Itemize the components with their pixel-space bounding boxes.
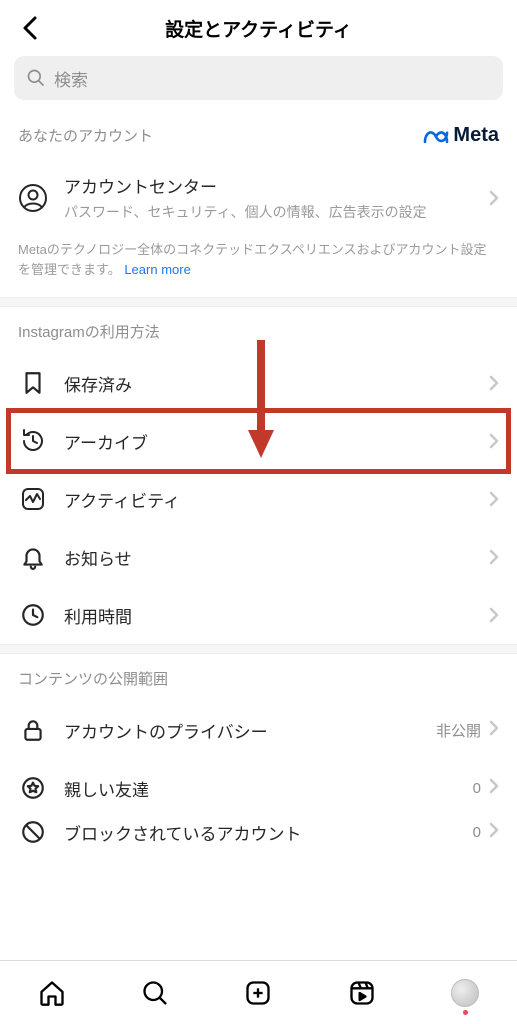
chevron-right-icon	[489, 607, 499, 623]
section-divider	[0, 297, 517, 307]
notification-dot	[463, 1010, 468, 1015]
header: 設定とアクティビティ	[0, 0, 517, 56]
row-notifications[interactable]: お知らせ	[0, 528, 517, 586]
home-icon	[38, 979, 66, 1007]
tab-profile[interactable]	[445, 973, 485, 1013]
chevron-right-icon	[489, 491, 499, 507]
chevron-right-icon	[489, 190, 499, 206]
close-friends-count: 0	[473, 780, 481, 797]
reels-icon	[348, 979, 376, 1007]
avatar-icon	[451, 979, 479, 1007]
chevron-right-icon	[489, 822, 499, 843]
chevron-right-icon	[489, 375, 499, 391]
bell-icon	[18, 542, 48, 572]
row-timespent[interactable]: 利用時間	[0, 586, 517, 644]
chevron-right-icon	[489, 433, 499, 449]
page-title: 設定とアクティビティ	[165, 15, 352, 42]
privacy-value: 非公開	[436, 720, 481, 741]
chevron-right-icon	[489, 720, 499, 741]
tab-search[interactable]	[135, 973, 175, 1013]
row-blocked[interactable]: ブロックされているアカウント 0	[0, 817, 517, 847]
back-button[interactable]	[10, 8, 50, 48]
row-privacy[interactable]: アカウントのプライバシー 非公開	[0, 701, 517, 759]
row-activity[interactable]: アクティビティ	[0, 470, 517, 528]
section-heading-usage: Instagramの利用方法	[0, 307, 517, 354]
row-saved[interactable]: 保存済み	[0, 354, 517, 412]
chevron-right-icon	[489, 549, 499, 565]
row-account-center[interactable]: アカウントセンター パスワード、セキュリティ、個人の情報、広告表示の設定	[0, 159, 517, 236]
activity-icon	[18, 484, 48, 514]
chevron-right-icon	[489, 778, 499, 799]
plus-square-icon	[244, 979, 272, 1007]
tab-reels[interactable]	[342, 973, 382, 1013]
search-input[interactable]: 検索	[14, 56, 503, 100]
section-heading-account: あなたのアカウント Meta	[0, 118, 517, 159]
row-archive[interactable]: アーカイブ	[0, 412, 517, 470]
tab-bar	[0, 960, 517, 1024]
block-icon	[18, 817, 48, 847]
search-icon	[141, 979, 169, 1007]
tab-create[interactable]	[238, 973, 278, 1013]
search-placeholder: 検索	[54, 66, 88, 91]
learn-more-link[interactable]: Learn more	[124, 262, 190, 277]
bookmark-icon	[18, 368, 48, 398]
clock-icon	[18, 600, 48, 630]
account-note: Metaのテクノロジー全体のコネクテッドエクスペリエンスおよびアカウント設定を管…	[0, 236, 517, 297]
section-heading-visibility: コンテンツの公開範囲	[0, 654, 517, 701]
blocked-count: 0	[473, 824, 481, 841]
section-divider	[0, 644, 517, 654]
star-circle-icon	[18, 773, 48, 803]
tab-home[interactable]	[32, 973, 72, 1013]
archive-history-icon	[18, 426, 48, 456]
search-icon	[26, 68, 46, 88]
meta-logo: Meta	[423, 124, 499, 147]
chevron-left-icon	[21, 15, 39, 41]
lock-icon	[18, 715, 48, 745]
account-center-icon	[18, 183, 48, 213]
row-close-friends[interactable]: 親しい友達 0	[0, 759, 517, 817]
